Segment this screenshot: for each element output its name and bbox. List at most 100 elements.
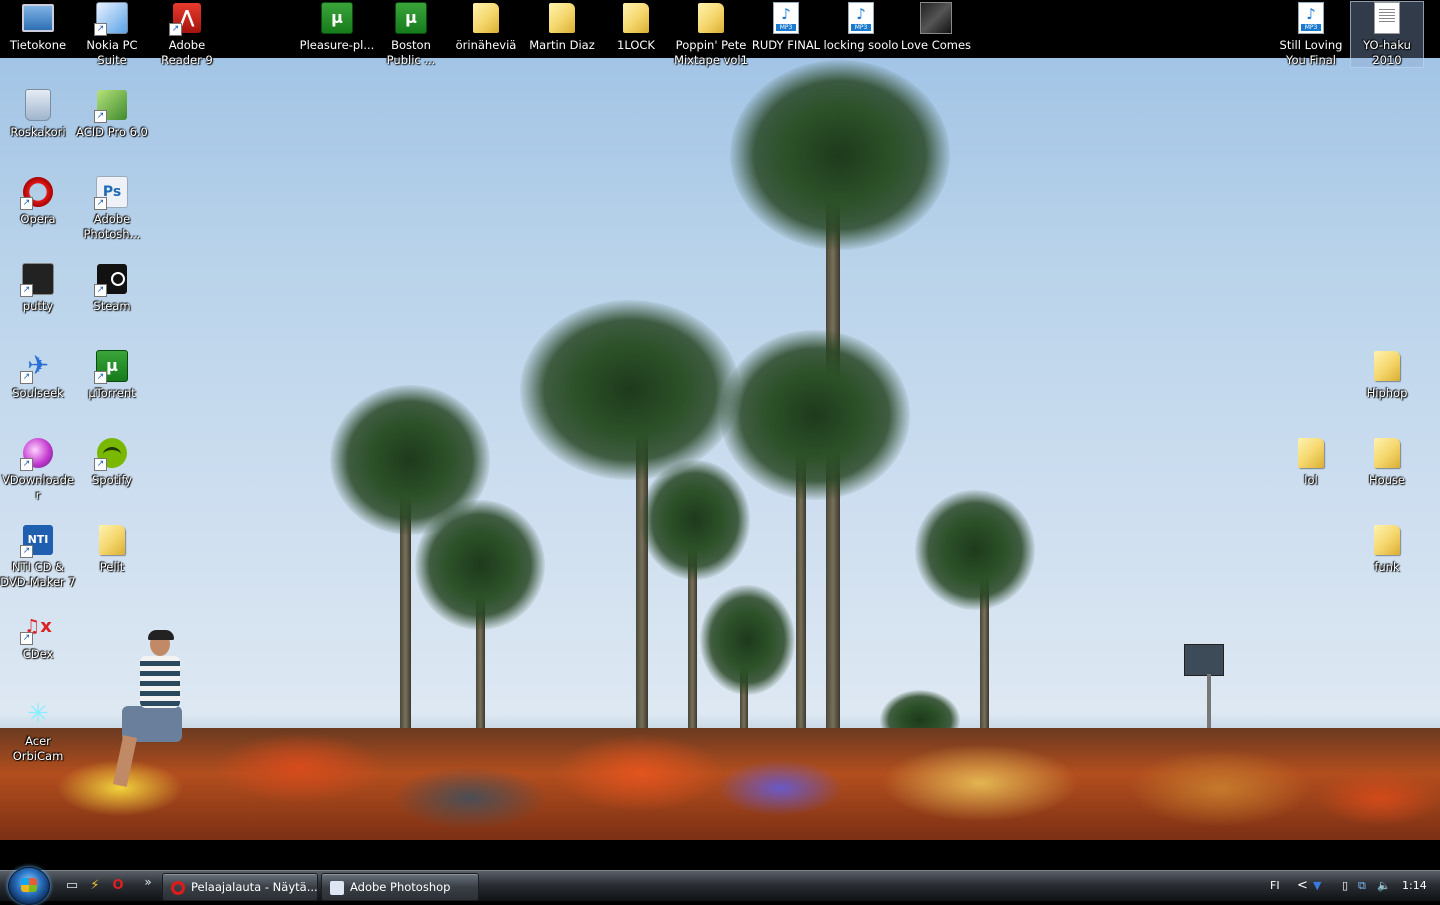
icon-label: Tietokone [9, 38, 67, 52]
desktop-icon-pelit[interactable]: Pelit [74, 524, 150, 575]
palm-crown [730, 60, 950, 250]
photoshop-icon [330, 880, 344, 895]
desktop-icon-opera[interactable]: ↗ Opera [0, 176, 76, 227]
folder-icon [549, 3, 575, 33]
icon-label: Pelit [99, 560, 125, 574]
icon-label: Hiphop [1366, 386, 1408, 400]
icon-label: lol [1304, 473, 1318, 487]
desktop-icon-computer[interactable]: Tietokone [0, 2, 76, 53]
icon-label: µTorrent [88, 386, 136, 400]
icon-label: putty [22, 299, 54, 313]
desktop-icon-cdex[interactable]: ♫x ↗ CDex [0, 611, 76, 662]
icon-label: YO-haku 2010 [1363, 38, 1411, 67]
language-indicator[interactable]: FI [1270, 878, 1280, 894]
desktop-icon-nokia-pc-suite[interactable]: ↗ Nokia PC Suite [74, 2, 150, 68]
icon-label: 1LOCK [617, 38, 655, 52]
desktop-icon-adobe-photoshop[interactable]: Ps ↗ Adobe Photosh... [74, 176, 150, 242]
taskbar-button-opera[interactable]: Pelaajalauta - Näytä... [162, 873, 318, 901]
desktop-icon-lol[interactable]: lol [1273, 437, 1349, 488]
palm-crown [520, 300, 740, 480]
desktop-icon-nti-cd-dvd-maker[interactable]: NTI ↗ NTI CD & DVD-Maker 7 [0, 524, 76, 590]
palm-crown [415, 500, 545, 630]
folder-icon [473, 3, 499, 33]
volume-icon[interactable]: 🔈 [1377, 878, 1391, 894]
folder-icon [99, 525, 125, 555]
taskbar-button-label: Adobe Photoshop [350, 880, 451, 894]
image-file-icon [920, 2, 952, 34]
switch-windows-icon[interactable]: ⚡ [86, 877, 104, 895]
clock[interactable]: 1:14 [1402, 878, 1427, 894]
icon-label: Adobe Photosh... [83, 212, 141, 241]
palm-crown [700, 585, 795, 695]
folder-icon [1374, 351, 1400, 381]
desktop-icon-still-loving[interactable]: ♪ MP3 Still Loving You Final [1273, 2, 1349, 68]
taskbar-button-photoshop[interactable]: Adobe Photoshop [321, 873, 479, 901]
desktop-icon-adobe-reader[interactable]: ⋀ ↗ Adobe Reader 9 [149, 2, 225, 68]
shortcut-arrow-icon: ↗ [20, 632, 33, 645]
street-sign [1184, 644, 1224, 676]
desktop[interactable]: Tietokone ↗ Nokia PC Suite ⋀ ↗ Adobe Read… [0, 0, 1440, 870]
device-icon[interactable]: ▯ [1342, 878, 1348, 894]
icon-label: Adobe Reader 9 [161, 38, 213, 67]
shortcut-arrow-icon: ↗ [94, 197, 107, 210]
desktop-icon-locking-soolo[interactable]: ♪ MP3 locking soolo [823, 2, 899, 53]
shortcut-arrow-icon: ↗ [94, 284, 107, 297]
desktop-icon-funk[interactable]: funk [1349, 524, 1425, 575]
quicklaunch-overflow-button[interactable]: » [139, 873, 157, 891]
desktop-icon-hiphop[interactable]: Hiphop [1349, 350, 1425, 401]
utorrent-file-icon: µ [395, 2, 427, 34]
shortcut-arrow-icon: ↗ [20, 458, 33, 471]
desktop-icon-soulseek[interactable]: ✈ ↗ Soulseek [0, 350, 76, 401]
network-filter-icon[interactable]: ▼ [1313, 878, 1321, 894]
icon-label: Nokia PC Suite [86, 38, 138, 67]
icon-label: House [1368, 473, 1406, 487]
mp3-file-icon: ♪ MP3 [773, 2, 799, 34]
desktop-icon-recycle-bin[interactable]: Roskakori [0, 89, 76, 140]
desktop-icon-house[interactable]: House [1349, 437, 1425, 488]
icon-label: CDex [22, 647, 54, 661]
network-icon[interactable]: ⧉ [1358, 878, 1366, 894]
icon-label: RUDY FINAL [751, 38, 821, 52]
icon-label: Martin Diaz [529, 38, 595, 52]
shortcut-arrow-icon: ↗ [20, 284, 33, 297]
start-button[interactable] [8, 867, 50, 905]
icon-label: Pleasure-pl... [299, 38, 375, 52]
desktop-icon-1lock[interactable]: 1LOCK [598, 2, 674, 53]
desktop-icon-steam[interactable]: ↗ Steam [74, 263, 150, 314]
desktop-icon-pleasure[interactable]: µ Pleasure-pl... [299, 2, 375, 53]
desktop-icon-acid-pro[interactable]: ↗ ACID Pro 6.0 [74, 89, 150, 140]
opera-quicklaunch-icon[interactable]: O [109, 877, 127, 895]
folder-icon [698, 3, 724, 33]
desktop-icon-rudy-final[interactable]: ♪ MP3 RUDY FINAL [748, 2, 824, 53]
shortcut-arrow-icon: ↗ [94, 458, 107, 471]
shortcut-arrow-icon: ↗ [94, 371, 107, 384]
palm-crown [640, 460, 750, 580]
icon-label: ACID Pro 6.0 [76, 125, 148, 139]
desktop-icon-poppin-pete[interactable]: Poppin' Pete Mixtape vol1 [673, 2, 749, 68]
show-desktop-icon[interactable]: ▭ [63, 877, 81, 895]
shortcut-arrow-icon: ↗ [94, 110, 107, 123]
icon-label: locking soolo [823, 38, 899, 52]
computer-icon [22, 4, 54, 32]
mp3-file-icon: ♪ MP3 [848, 2, 874, 34]
folder-icon [623, 3, 649, 33]
tray-expand-button[interactable]: < [1297, 878, 1308, 894]
desktop-icon-putty[interactable]: ↗ putty [0, 263, 76, 314]
folder-icon [1298, 438, 1324, 468]
opera-icon [171, 880, 185, 895]
folder-icon [1374, 438, 1400, 468]
desktop-icon-acer-orbicam[interactable]: ✳ Acer OrbiCam [0, 698, 76, 764]
desktop-icon-boston[interactable]: µ Boston Public ... [373, 2, 449, 68]
desktop-icon-orinahevia[interactable]: örinäheviä [448, 2, 524, 53]
acer-orbicam-icon: ✳ [27, 699, 49, 729]
desktop-icon-martin-diaz[interactable]: Martin Diaz [524, 2, 600, 53]
icon-label: Love Comes [900, 38, 972, 52]
icon-label: VDownloader [1, 473, 75, 502]
icon-label: Boston Public ... [386, 38, 436, 67]
desktop-icon-vdownloader[interactable]: ↗ VDownloader [0, 437, 76, 503]
desktop-icon-love-comes[interactable]: Love Comes [898, 2, 974, 53]
desktop-icon-yo-haku[interactable]: YO-haku 2010 [1350, 1, 1424, 68]
desktop-icon-spotify[interactable]: ↗ Spotify [74, 437, 150, 488]
wallpaper-bottom-band [0, 840, 1440, 870]
desktop-icon-utorrent[interactable]: µ ↗ µTorrent [74, 350, 150, 401]
